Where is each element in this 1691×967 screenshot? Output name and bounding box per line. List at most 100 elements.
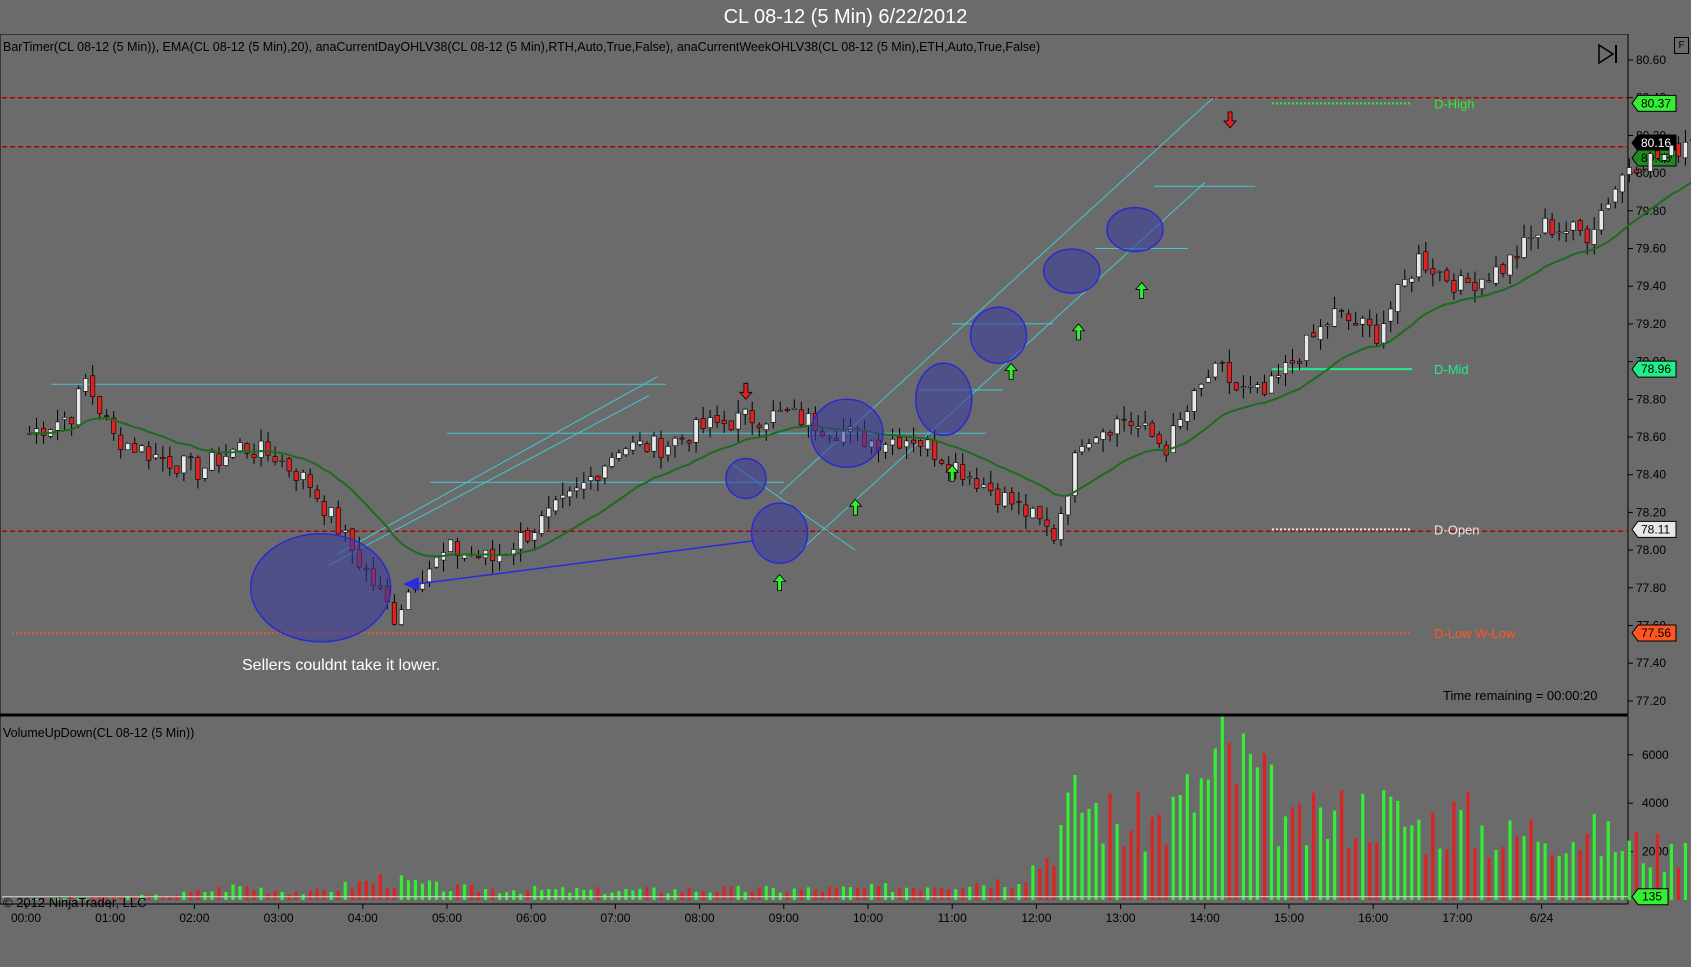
- candle-body: [1647, 153, 1653, 172]
- candle-body: [1374, 324, 1380, 344]
- highlight-circle: [1106, 206, 1164, 253]
- price-marker-label: 80.37: [1641, 96, 1671, 110]
- volume-bar: [1543, 843, 1547, 900]
- highlight-circle: [725, 457, 767, 500]
- candle-body: [1290, 360, 1296, 364]
- volume-bar: [1424, 854, 1428, 900]
- time-tick-label: 12:00: [1021, 911, 1051, 925]
- candle-body: [1198, 383, 1204, 389]
- volume-bar: [736, 885, 740, 900]
- time-tick-label: 05:00: [432, 911, 462, 925]
- candle-body: [160, 456, 166, 459]
- volume-bar: [1094, 802, 1098, 900]
- time-tick-label: 01:00: [95, 911, 125, 925]
- candle-body: [721, 420, 727, 424]
- candle-body: [553, 499, 559, 512]
- price-tick-label: 78.00: [1636, 543, 1666, 557]
- scroll-to-end-icon[interactable]: [1596, 42, 1622, 66]
- volume-bar: [961, 888, 965, 900]
- candle-body: [1444, 269, 1450, 282]
- volume-bar: [1669, 843, 1674, 900]
- volume-bar: [1136, 792, 1140, 900]
- candle-body: [588, 476, 594, 481]
- candle-body: [798, 409, 804, 426]
- volume-bar: [343, 881, 347, 900]
- candle-body: [342, 530, 348, 533]
- candle-body: [83, 378, 89, 392]
- time-tick-label: 06:00: [516, 911, 546, 925]
- candle-body: [1577, 220, 1583, 231]
- candle-body: [300, 471, 306, 480]
- volume-bar: [1199, 778, 1203, 900]
- candle-body: [1065, 495, 1071, 516]
- volume-bar: [912, 888, 916, 900]
- candle-body: [791, 407, 797, 410]
- candle-body: [679, 437, 685, 440]
- candle-body: [1016, 501, 1022, 503]
- volume-bar: [1627, 840, 1631, 900]
- candle-body: [209, 452, 215, 471]
- volume-bar: [883, 883, 888, 900]
- volume-bar: [982, 885, 986, 900]
- price-tick-label: 77.40: [1636, 656, 1666, 670]
- volume-bar: [827, 886, 832, 900]
- candle-body: [714, 414, 720, 423]
- candle-body: [497, 555, 503, 563]
- candle-body: [546, 507, 552, 518]
- volume-bar: [287, 894, 291, 900]
- candle-body: [237, 442, 243, 452]
- volume-bar: [1403, 826, 1407, 900]
- volume-bar: [1557, 856, 1561, 900]
- volume-bar: [876, 885, 881, 900]
- candle-body: [125, 443, 131, 451]
- f-button[interactable]: F: [1674, 37, 1689, 54]
- price-tick-label: 79.60: [1636, 242, 1666, 256]
- candle-body: [700, 418, 706, 429]
- candle-body: [1584, 228, 1590, 244]
- volume-bar: [757, 887, 761, 900]
- candle-body: [763, 423, 769, 431]
- volume-bar: [792, 888, 796, 900]
- chart-canvas[interactable]: 80.6080.4080.2080.0079.8079.6079.4079.20…: [0, 34, 1691, 967]
- volume-bar: [512, 890, 516, 900]
- candle-body: [1149, 422, 1155, 437]
- candle-body: [1451, 280, 1457, 293]
- up-arrow-icon: [848, 498, 863, 516]
- candle-body: [567, 490, 573, 498]
- candle-body: [1661, 154, 1667, 161]
- volume-bar: [273, 890, 277, 900]
- candle-body: [1605, 203, 1611, 209]
- candle-body: [1612, 188, 1618, 203]
- candle-body: [532, 532, 538, 541]
- candle-body: [616, 452, 622, 459]
- volume-bar: [1192, 812, 1196, 900]
- price-marker-label: 78.96: [1641, 362, 1671, 376]
- volume-bar: [238, 886, 242, 900]
- volume-bar: [1276, 846, 1281, 900]
- candle-body: [1500, 264, 1506, 274]
- candle-body: [104, 415, 110, 417]
- volume-bar: [322, 889, 326, 900]
- candle-body: [426, 568, 432, 582]
- volume-bar: [1375, 842, 1379, 900]
- volume-bar: [1508, 820, 1512, 900]
- volume-bar: [462, 884, 467, 900]
- candle-body: [314, 489, 320, 499]
- volume-bar: [1571, 842, 1575, 900]
- candle-body: [1304, 334, 1310, 361]
- time-tick-label: 09:00: [769, 911, 799, 925]
- candle-body: [686, 440, 692, 444]
- volume-bar: [589, 889, 593, 900]
- candle-body: [118, 434, 124, 451]
- volume-bar: [533, 885, 537, 900]
- candle-body: [665, 446, 671, 456]
- candle-body: [1360, 318, 1366, 325]
- candle-body: [279, 460, 285, 462]
- candle-body: [539, 515, 545, 534]
- candle-body: [251, 454, 257, 458]
- candle-body: [1521, 237, 1527, 258]
- candle-body: [1240, 386, 1246, 389]
- volume-bar: [1550, 854, 1554, 900]
- volume-bar: [1220, 716, 1224, 900]
- volume-bar: [1108, 793, 1112, 900]
